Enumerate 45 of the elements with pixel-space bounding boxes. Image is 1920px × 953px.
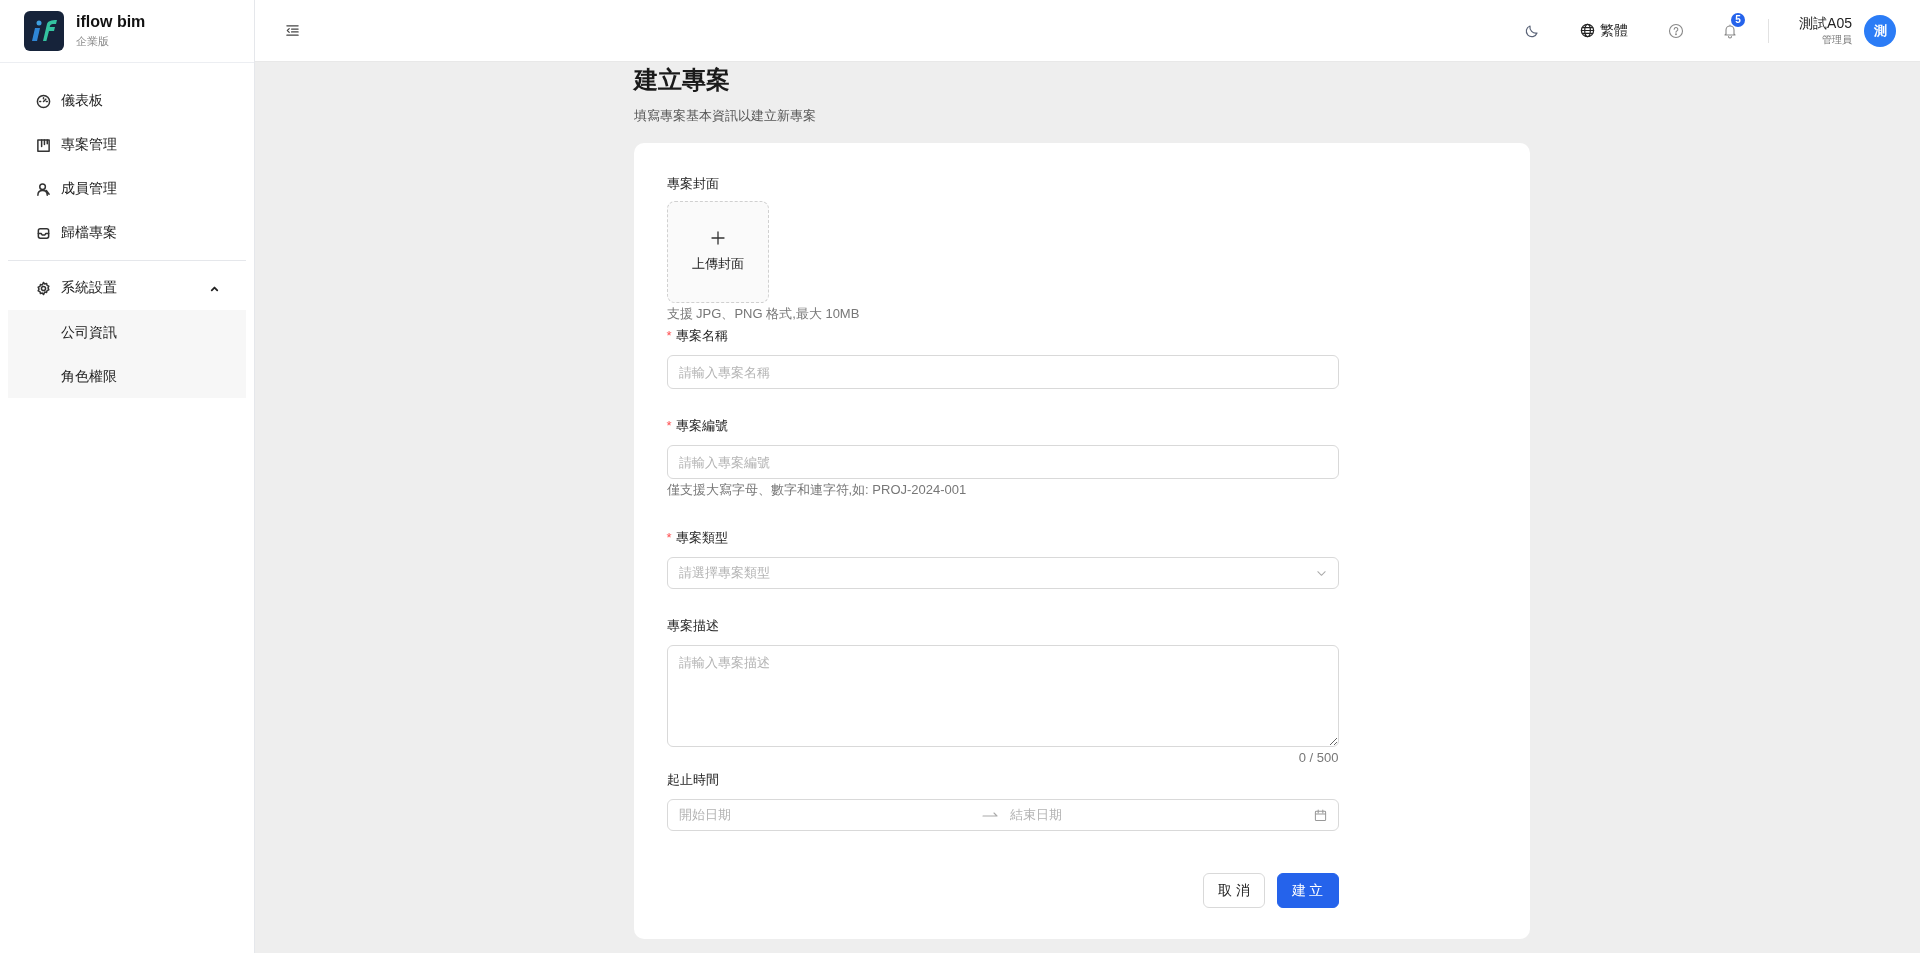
sidebar-subitem[interactable]: 角色權限 [8, 354, 246, 398]
cancel-button[interactable]: 取 消 [1202, 873, 1265, 908]
collapse-menu-icon[interactable] [285, 23, 300, 38]
field-label: 專案編號 [675, 417, 728, 435]
required-mark: * [666, 417, 672, 435]
notification-badge: 5 [1731, 12, 1746, 27]
page-title: 建立專案 [633, 65, 731, 95]
app-name: iflow bim [76, 13, 146, 31]
sidebar-item[interactable]: 歸檔專案 [8, 211, 246, 255]
board-icon [36, 137, 51, 153]
app-edition: 企業版 [76, 34, 110, 49]
sidebar-group[interactable]: 系統設置 [8, 266, 246, 310]
text-input[interactable]: 請輸入專案名稱 [666, 355, 1339, 389]
field-hint: 僅支援大寫字母、數字和連字符,如: PROJ-2024-001 [666, 481, 968, 499]
field-label: 專案類型 [675, 529, 728, 547]
textarea-input[interactable]: 請輸入專案描述 [666, 645, 1339, 747]
help-icon[interactable] [1668, 22, 1685, 39]
language-button[interactable]: 繁體 [1580, 21, 1629, 40]
user-role: 管理員 [1821, 32, 1852, 47]
field-label: 專案封面 [666, 175, 719, 193]
inbox-icon [36, 225, 51, 241]
plus-icon [710, 231, 725, 245]
avatar[interactable]: 測 [1864, 14, 1896, 47]
required-mark: * [666, 529, 672, 547]
globe-icon [1580, 23, 1596, 38]
upload-button[interactable]: 上傳封面 [666, 201, 769, 303]
field-label: 專案名稱 [675, 327, 728, 345]
character-counter: 0 / 500 [1297, 749, 1339, 767]
create-button[interactable]: 建 立 [1276, 873, 1339, 908]
page-subtitle: 填寫專案基本資訊以建立新專案 [633, 107, 817, 125]
sidebar-item[interactable]: 專案管理 [8, 123, 246, 167]
calendar-icon [1313, 808, 1327, 822]
sidebar-item[interactable]: 成員管理 [8, 167, 246, 211]
field-label: 起止時間 [666, 771, 719, 789]
sidebar-subitem[interactable]: 公司資訊 [8, 310, 246, 354]
dashboard-icon [36, 93, 51, 109]
sidebar-item[interactable]: 儀表板 [8, 79, 246, 123]
logo-icon [24, 11, 64, 51]
required-mark: * [666, 327, 672, 345]
user-name: 測試A05 [1799, 14, 1852, 33]
user-icon [36, 181, 51, 197]
field-label: 專案描述 [666, 617, 719, 635]
text-input[interactable]: 請輸入專案編號 [666, 445, 1339, 479]
settings-icon [36, 280, 51, 296]
field-hint: 支援 JPG、PNG 格式,最大 10MB [666, 305, 861, 323]
